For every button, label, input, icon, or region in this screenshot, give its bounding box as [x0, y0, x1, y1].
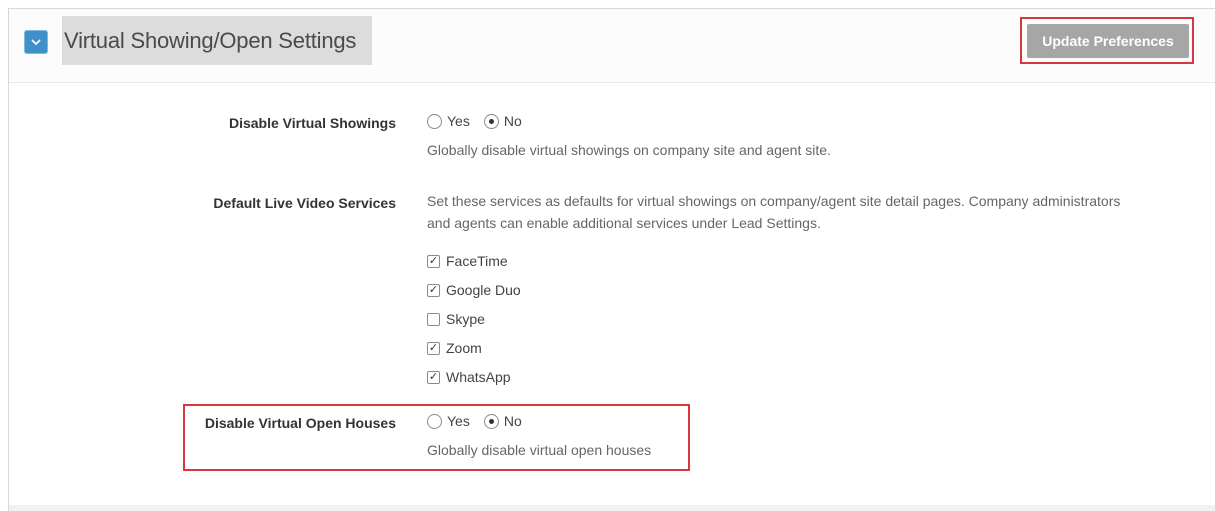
service-zoom-checkbox[interactable]: ✓ — [427, 341, 440, 355]
service-facetime-row[interactable]: ✓ FaceTime — [427, 253, 508, 269]
default-live-video-help-2: and agents can enable additional service… — [427, 215, 821, 231]
service-label: WhatsApp — [446, 369, 511, 385]
disable-virtual-showings-help: Globally disable virtual showings on com… — [427, 142, 831, 158]
default-live-video-label: Default Live Video Services — [213, 195, 396, 211]
radio-label-no: No — [503, 113, 522, 129]
service-label: Zoom — [446, 340, 482, 356]
disable-virtual-open-houses-radio-group: Yes No — [427, 413, 536, 429]
service-skype-row[interactable]: Skype — [427, 311, 485, 327]
service-google-duo-checkbox[interactable]: ✓ — [427, 283, 440, 297]
page-title: Virtual Showing/Open Settings — [64, 27, 357, 53]
disable-virtual-open-houses-no-radio[interactable] — [483, 413, 499, 429]
radio-label-yes: Yes — [447, 413, 470, 429]
panel-footer-bar — [9, 505, 1215, 511]
disable-virtual-open-houses-yes-radio[interactable] — [427, 413, 442, 429]
disable-virtual-open-houses-help: Globally disable virtual open houses — [427, 442, 652, 458]
page-title-highlight: Virtual Showing/Open Settings — [62, 16, 372, 65]
service-google-duo-row[interactable]: ✓ Google Duo — [427, 282, 521, 298]
service-skype-checkbox[interactable] — [427, 312, 440, 326]
chevron-down-icon — [31, 39, 41, 45]
service-label: Skype — [446, 311, 485, 327]
update-preferences-button[interactable]: Update Preferences — [1027, 24, 1189, 58]
disable-virtual-showings-radio-group: Yes No — [427, 113, 536, 129]
radio-label-yes: Yes — [447, 113, 470, 129]
service-label: FaceTime — [446, 253, 508, 269]
radio-label-no: No — [503, 413, 522, 429]
service-label: Google Duo — [446, 282, 521, 298]
collapse-toggle-button[interactable] — [24, 30, 48, 54]
service-zoom-row[interactable]: ✓ Zoom — [427, 340, 482, 356]
service-whatsapp-row[interactable]: ✓ WhatsApp — [427, 369, 511, 385]
disable-virtual-open-houses-label: Disable Virtual Open Houses — [204, 415, 396, 431]
disable-virtual-showings-no-radio[interactable] — [483, 113, 499, 129]
service-facetime-checkbox[interactable]: ✓ — [427, 254, 440, 268]
service-whatsapp-checkbox[interactable]: ✓ — [427, 370, 440, 384]
disable-virtual-showings-label: Disable Virtual Showings — [228, 115, 396, 131]
disable-virtual-showings-yes-radio[interactable] — [427, 113, 442, 129]
default-live-video-help-1: Set these services as defaults for virtu… — [427, 193, 1121, 209]
